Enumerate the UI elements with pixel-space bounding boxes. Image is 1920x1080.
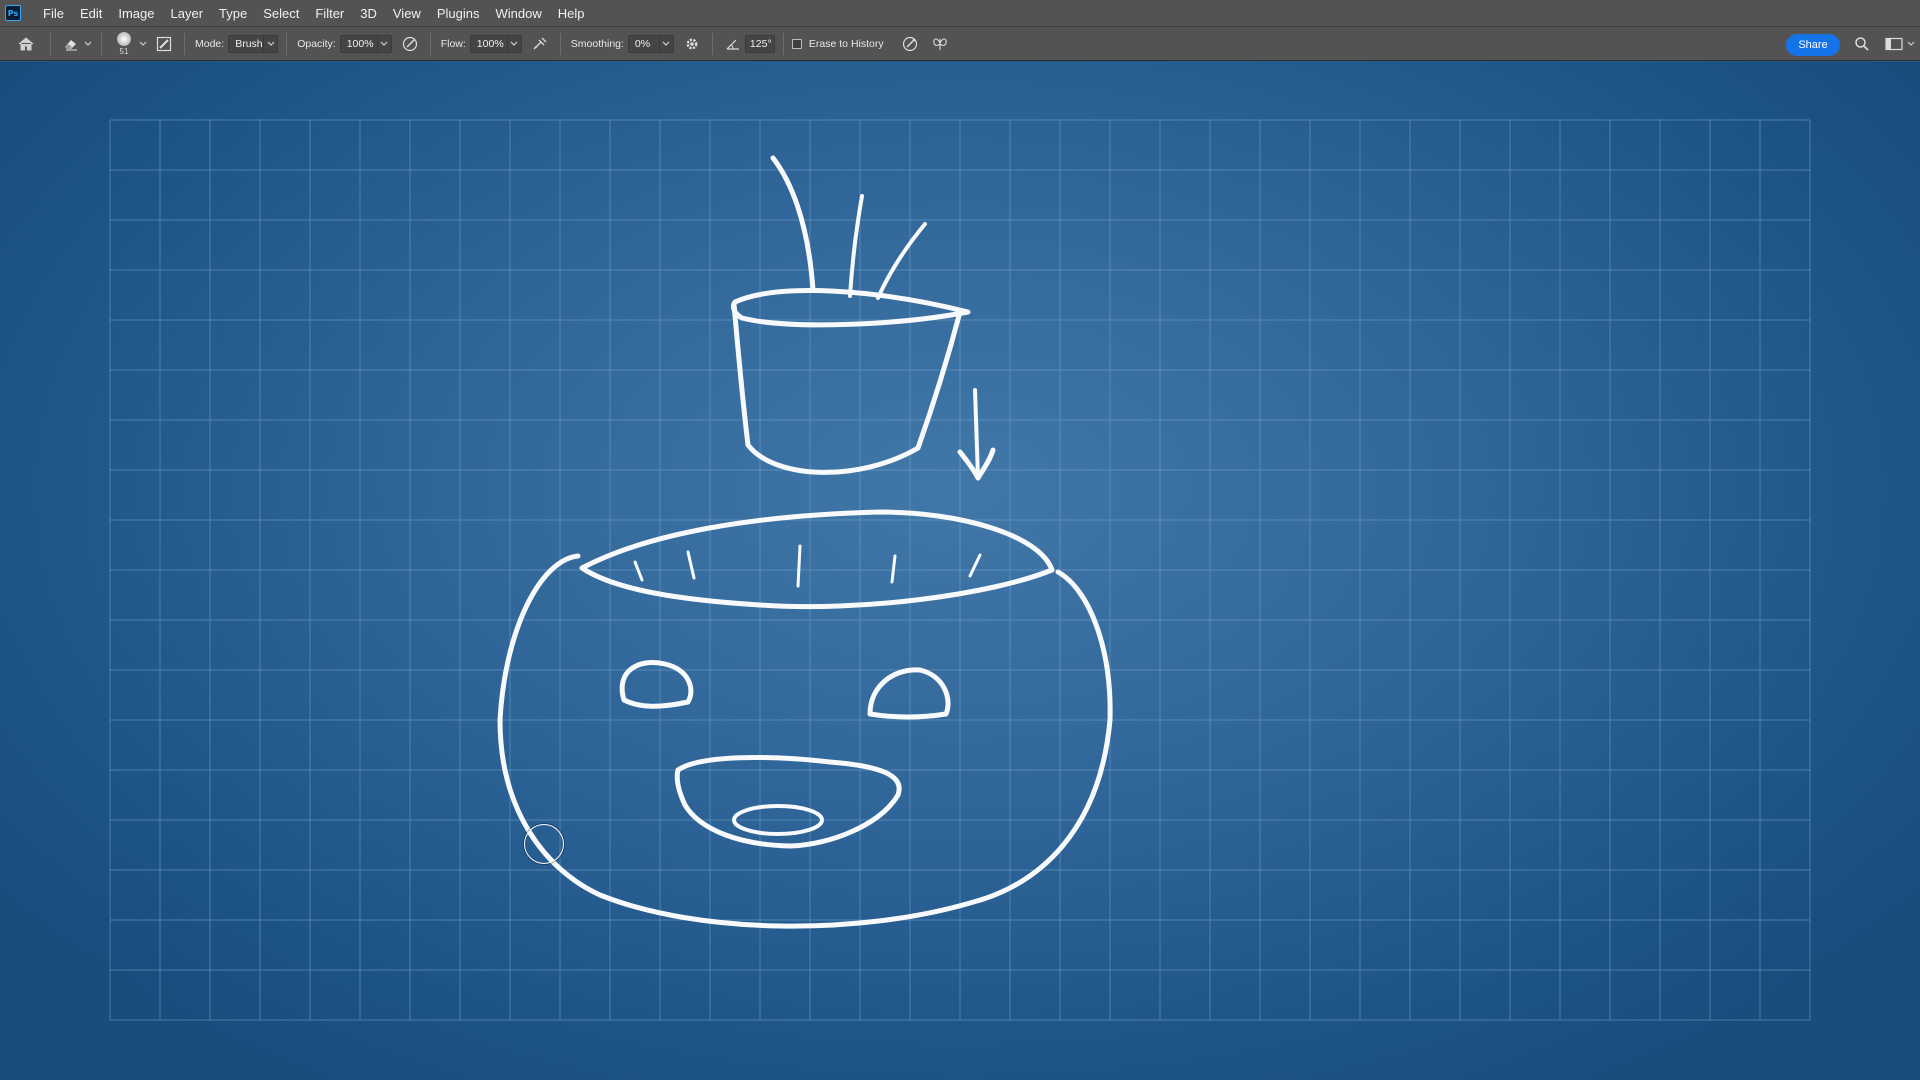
rim-tick-4	[890, 554, 897, 584]
menu-bar: Ps File Edit Image Layer Type Select Fil…	[0, 0, 1920, 27]
mouth-tongue	[732, 804, 824, 836]
mode-label: Mode:	[195, 37, 225, 50]
steam-line-right	[876, 222, 927, 300]
steam-line-left	[770, 155, 816, 293]
menu-file[interactable]: File	[35, 0, 72, 27]
menu-filter[interactable]: Filter	[307, 0, 352, 27]
home-icon[interactable]	[14, 32, 38, 56]
menu-layer[interactable]: Layer	[163, 0, 212, 27]
menu-view[interactable]: View	[385, 0, 429, 27]
brush-size-value: 51	[119, 46, 129, 56]
chevron-down-icon	[658, 35, 673, 52]
menu-3d[interactable]: 3D	[352, 0, 385, 27]
flow-value: 100%	[476, 37, 504, 50]
brush-angle-field[interactable]: 125°	[744, 34, 775, 53]
opacity-value: 100%	[346, 37, 374, 50]
chalk-drawing	[497, 155, 1113, 929]
menu-image[interactable]: Image	[110, 0, 162, 27]
brush-settings-panel-icon[interactable]	[152, 32, 176, 56]
eraser-brush-cursor	[524, 824, 564, 864]
flow-label: Flow:	[440, 37, 466, 50]
pressure-opacity-icon[interactable]	[398, 32, 422, 56]
bowl-body	[497, 553, 1113, 929]
erase-to-history-label[interactable]: Erase to History	[809, 38, 884, 50]
mode-dropdown[interactable]: Brush	[228, 34, 279, 53]
mode-value: Brush	[235, 37, 263, 50]
right-eye	[867, 667, 951, 720]
smoothing-field[interactable]: 0%	[627, 34, 674, 53]
brush-angle-icon	[721, 32, 745, 56]
smoothing-options-gear-icon[interactable]	[680, 32, 704, 56]
pressure-size-icon[interactable]	[898, 32, 922, 56]
steam-line-middle	[848, 194, 864, 298]
menu-help[interactable]: Help	[550, 0, 593, 27]
share-button[interactable]: Share	[1786, 34, 1840, 56]
menu-edit[interactable]: Edit	[72, 0, 110, 27]
chevron-down-icon	[506, 35, 521, 52]
brush-preset-picker[interactable]: 51	[110, 27, 138, 61]
erase-to-history-checkbox[interactable]	[791, 38, 802, 49]
eraser-icon[interactable]	[59, 32, 83, 56]
options-bar: 51 Mode: Brush Opacity: 100% Flow: 100%	[0, 27, 1920, 61]
menu-window[interactable]: Window	[487, 0, 549, 27]
rim-tick-3	[796, 544, 802, 588]
rim-tick-5	[968, 553, 982, 578]
menu-select[interactable]: Select	[255, 0, 307, 27]
rim-tick-2	[686, 550, 696, 580]
bowl-rim	[579, 509, 1055, 610]
tool-preset-chevron-down-icon[interactable]	[83, 32, 93, 56]
photoshop-logo[interactable]: Ps	[5, 5, 21, 21]
smoothing-label: Smoothing:	[570, 37, 624, 50]
document-canvas[interactable]	[0, 62, 1920, 1080]
left-eye	[619, 660, 694, 709]
brush-chevron-down-icon[interactable]	[138, 32, 148, 56]
opacity-field[interactable]: 100%	[339, 34, 392, 53]
arrow-shaft	[973, 388, 980, 480]
brush-tip-icon	[117, 31, 131, 46]
cup-body	[731, 301, 963, 475]
symmetry-butterfly-icon[interactable]	[928, 32, 952, 56]
menu-plugins[interactable]: Plugins	[429, 0, 488, 27]
search-icon[interactable]	[1850, 32, 1874, 56]
chevron-down-icon	[263, 35, 277, 52]
flow-field[interactable]: 100%	[469, 34, 522, 53]
workspace-layout-icon[interactable]	[1882, 32, 1906, 56]
opacity-label: Opacity:	[297, 37, 336, 50]
airbrush-icon[interactable]	[528, 32, 552, 56]
options-right-icons	[1850, 27, 1920, 61]
menu-type[interactable]: Type	[211, 0, 255, 27]
workspace-chevron-down-icon[interactable]	[1906, 32, 1916, 56]
smoothing-value: 0%	[634, 37, 651, 50]
rim-tick-1	[633, 560, 644, 582]
chevron-down-icon	[376, 35, 391, 52]
